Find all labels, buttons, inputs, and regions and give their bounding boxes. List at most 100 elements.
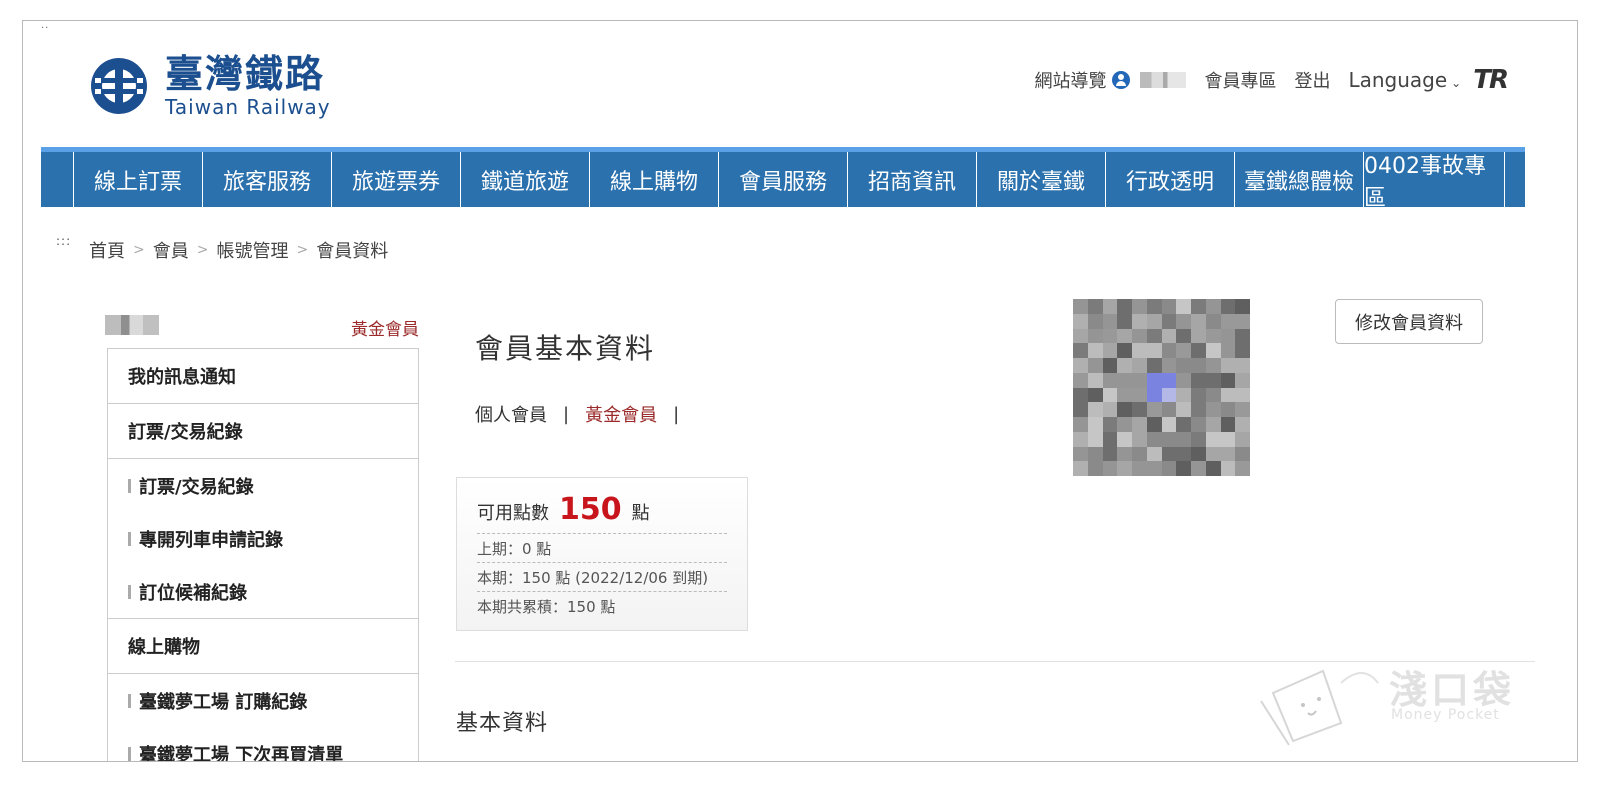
qr-mosaic-cell [1087, 417, 1103, 432]
qr-mosaic-cell [1102, 402, 1118, 417]
nav-transparency[interactable]: 行政透明 [1105, 152, 1234, 207]
qr-mosaic-cell [1220, 461, 1236, 476]
points-summary-card: 可用點數 150 點 上期：0 點 本期：150 點 (2022/12/06 到… [456, 477, 748, 631]
qr-mosaic-cell [1220, 417, 1236, 432]
sidebar-sub-waitlist[interactable]: 訂位候補紀錄 [108, 565, 418, 618]
qr-mosaic-cell [1102, 372, 1118, 388]
nav-online-shopping[interactable]: 線上購物 [589, 152, 718, 207]
qr-mosaic-cell [1073, 343, 1088, 358]
member-sidebar: 我的訊息通知 訂票/交易紀錄 訂票/交易紀錄 專開列車申請記錄 訂位候補紀錄 線… [107, 348, 419, 761]
qr-mosaic-cell [1087, 402, 1103, 417]
nav-travel-tickets[interactable]: 旅遊票券 [331, 152, 460, 207]
qr-mosaic-cell [1205, 461, 1221, 476]
qr-mosaic-cell [1117, 431, 1132, 447]
qr-mosaic-cell [1235, 402, 1250, 417]
qr-mosaic-cell [1087, 313, 1103, 329]
member-type-personal: 個人會員 [475, 405, 547, 426]
page-title: 會員基本資料 [475, 332, 656, 365]
qr-mosaic-cell [1073, 299, 1088, 314]
qr-mosaic-cell [1176, 417, 1191, 432]
qr-mosaic-cell [1132, 313, 1147, 329]
qr-mosaic-cell [1146, 461, 1162, 476]
pocket-mascot-icon [1260, 669, 1379, 746]
nav-rail-travel[interactable]: 鐵道旅遊 [460, 152, 589, 207]
qr-mosaic-cell [1117, 343, 1132, 358]
qr-mosaic-cell [1176, 461, 1191, 476]
nav-business-info[interactable]: 招商資訊 [847, 152, 976, 207]
qr-mosaic-cell [1132, 461, 1147, 476]
sidebar-ticket-submenu: 訂票/交易紀錄 專開列車申請記錄 訂位候補紀錄 [108, 459, 418, 619]
nav-tra-review[interactable]: 臺鐵總體檢 [1234, 152, 1363, 207]
member-type-gold: 黃金會員 [585, 405, 658, 426]
sidebar-sub-dream-workshop-orders[interactable]: 臺鐵夢工場 訂購紀錄 [108, 674, 418, 727]
tr-brand-logo[interactable]: TR [1473, 65, 1509, 95]
logout-link[interactable]: 登出 [1294, 67, 1330, 93]
qr-mosaic-cell [1102, 299, 1118, 314]
qr-mosaic-cell [1117, 402, 1132, 417]
qr-mosaic-cell [1087, 358, 1103, 373]
qr-mosaic-cell [1235, 358, 1250, 373]
sidebar-item-notifications[interactable]: 我的訊息通知 [108, 349, 418, 404]
language-label: Language [1348, 68, 1448, 92]
sidebar-sub-charter-train[interactable]: 專開列車申請記錄 [108, 512, 418, 565]
nav-member-service[interactable]: 會員服務 [718, 152, 847, 207]
member-area-link[interactable]: 會員專區 [1204, 67, 1276, 93]
breadcrumb-member[interactable]: 會員 [153, 237, 189, 263]
sidebar-shopping-submenu: 臺鐵夢工場 訂購紀錄 臺鐵夢工場 下次再買清單 [108, 674, 418, 761]
nav-0402-incident[interactable]: 0402事故專區 [1363, 152, 1505, 211]
qr-mosaic-cell [1146, 446, 1162, 462]
qr-mosaic-cell [1146, 387, 1162, 403]
qr-mosaic-cell [1176, 402, 1191, 417]
qr-mosaic-cell [1161, 446, 1177, 462]
nav-about-tra[interactable]: 關於臺鐵 [976, 152, 1105, 207]
qr-mosaic-cell [1087, 343, 1103, 358]
qr-mosaic-cell [1176, 299, 1191, 314]
qr-mosaic-cell [1146, 328, 1162, 344]
taiwan-railway-logo[interactable]: 臺灣鐵路 Taiwan Railway [89, 53, 331, 119]
sidebar-sub-ticket-records[interactable]: 訂票/交易紀錄 [108, 459, 418, 512]
qr-mosaic-cell [1102, 387, 1118, 403]
language-dropdown[interactable]: Language ⌄ [1348, 68, 1461, 92]
top-utility-links: 網站導覽 會員專區 登出 Language ⌄ TR [1034, 65, 1509, 95]
qr-mosaic-cell [1132, 299, 1147, 314]
sidebar-sub-label: 專開列車申請記錄 [139, 529, 283, 551]
qr-mosaic-cell [1073, 402, 1088, 417]
nav-online-booking[interactable]: 線上訂票 [73, 152, 202, 207]
bullet-bar [128, 693, 131, 708]
qr-mosaic-cell [1073, 328, 1088, 344]
qr-mosaic-cell [1073, 417, 1088, 432]
logo-english: Taiwan Railway [165, 95, 331, 119]
breadcrumb-separator: > [296, 242, 309, 258]
breadcrumb-account[interactable]: 帳號管理 [216, 237, 288, 263]
nav-passenger-service[interactable]: 旅客服務 [202, 152, 331, 207]
qr-mosaic-cell [1161, 299, 1177, 314]
sitemap-link[interactable]: 網站導覽 [1034, 67, 1106, 93]
qr-mosaic-cell [1146, 417, 1162, 432]
qr-mosaic-cell [1191, 387, 1206, 403]
sidebar-sub-dream-workshop-wishlist[interactable]: 臺鐵夢工場 下次再買清單 [108, 727, 418, 761]
corner-dots: ·· [41, 23, 50, 34]
qr-mosaic-cell [1073, 446, 1088, 462]
qr-mosaic-cell [1161, 358, 1177, 373]
qr-mosaic-cell [1235, 343, 1250, 358]
qr-mosaic-cell [1235, 431, 1250, 447]
qr-mosaic-cell [1205, 372, 1221, 388]
qr-mosaic-cell [1191, 328, 1206, 344]
sidebar-sub-label: 訂票/交易紀錄 [139, 476, 254, 498]
qr-mosaic-cell [1102, 446, 1118, 462]
breadcrumb-separator: > [196, 242, 209, 258]
qr-mosaic-cell [1102, 417, 1118, 432]
breadcrumb-anchor-icon: ::: [56, 234, 72, 248]
railway-emblem-icon [91, 58, 147, 114]
sidebar-item-online-shopping[interactable]: 線上購物 [108, 619, 418, 674]
edit-member-info-button[interactable]: 修改會員資料 [1335, 299, 1483, 344]
qr-mosaic-cell [1117, 328, 1132, 344]
qr-mosaic-cell [1176, 387, 1191, 403]
qr-mosaic-cell [1191, 431, 1206, 447]
qr-mosaic-cell [1102, 461, 1118, 476]
sidebar-item-ticket-records[interactable]: 訂票/交易紀錄 [108, 404, 418, 459]
qr-mosaic-cell [1087, 328, 1103, 344]
breadcrumb-home[interactable]: 首頁 [89, 237, 125, 263]
points-unit: 點 [631, 503, 650, 524]
qr-mosaic-cell [1205, 343, 1221, 358]
